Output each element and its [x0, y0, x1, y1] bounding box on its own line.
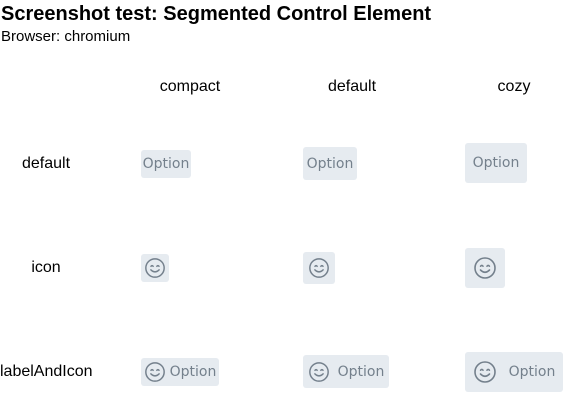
column-header-compact: compact — [159, 78, 221, 95]
smiley-face-icon — [308, 361, 330, 383]
smiley-face-icon — [473, 256, 497, 280]
segmented-control-icon-compact[interactable] — [141, 254, 169, 282]
page-title: Screenshot test: Segmented Control Eleme… — [1, 3, 432, 25]
row-header-icon: icon — [31, 259, 61, 276]
segment-label: Option — [169, 364, 217, 380]
segmented-control-label-and-icon-compact[interactable]: Option — [141, 358, 219, 386]
segmented-control-default-cozy[interactable]: Option — [465, 143, 527, 183]
smiley-face-icon — [473, 360, 497, 384]
segment-label: Option — [508, 364, 556, 380]
segmented-control-default-compact[interactable]: Option — [141, 150, 191, 178]
column-header-default: default — [327, 78, 377, 95]
segmented-control-label-and-icon-cozy[interactable]: Option — [465, 352, 563, 392]
segment-label: Option — [337, 363, 385, 380]
segment-label: Option — [472, 155, 520, 171]
segment-label: Option — [306, 155, 354, 172]
row-header-default: default — [21, 155, 71, 172]
smiley-face-icon — [308, 257, 330, 279]
segmented-control-default-default[interactable]: Option — [303, 147, 357, 180]
segmented-control-label-and-icon-default[interactable]: Option — [303, 355, 389, 388]
smiley-face-icon — [144, 361, 166, 383]
segmented-control-icon-default[interactable] — [303, 252, 335, 284]
segmented-control-icon-cozy[interactable] — [465, 248, 505, 288]
row-header-label-and-icon: labelAndIcon — [0, 363, 93, 380]
browser-label: Browser: chromium — [1, 28, 131, 45]
segment-label: Option — [142, 156, 190, 172]
smiley-face-icon — [144, 257, 166, 279]
column-header-cozy: cozy — [497, 78, 531, 95]
